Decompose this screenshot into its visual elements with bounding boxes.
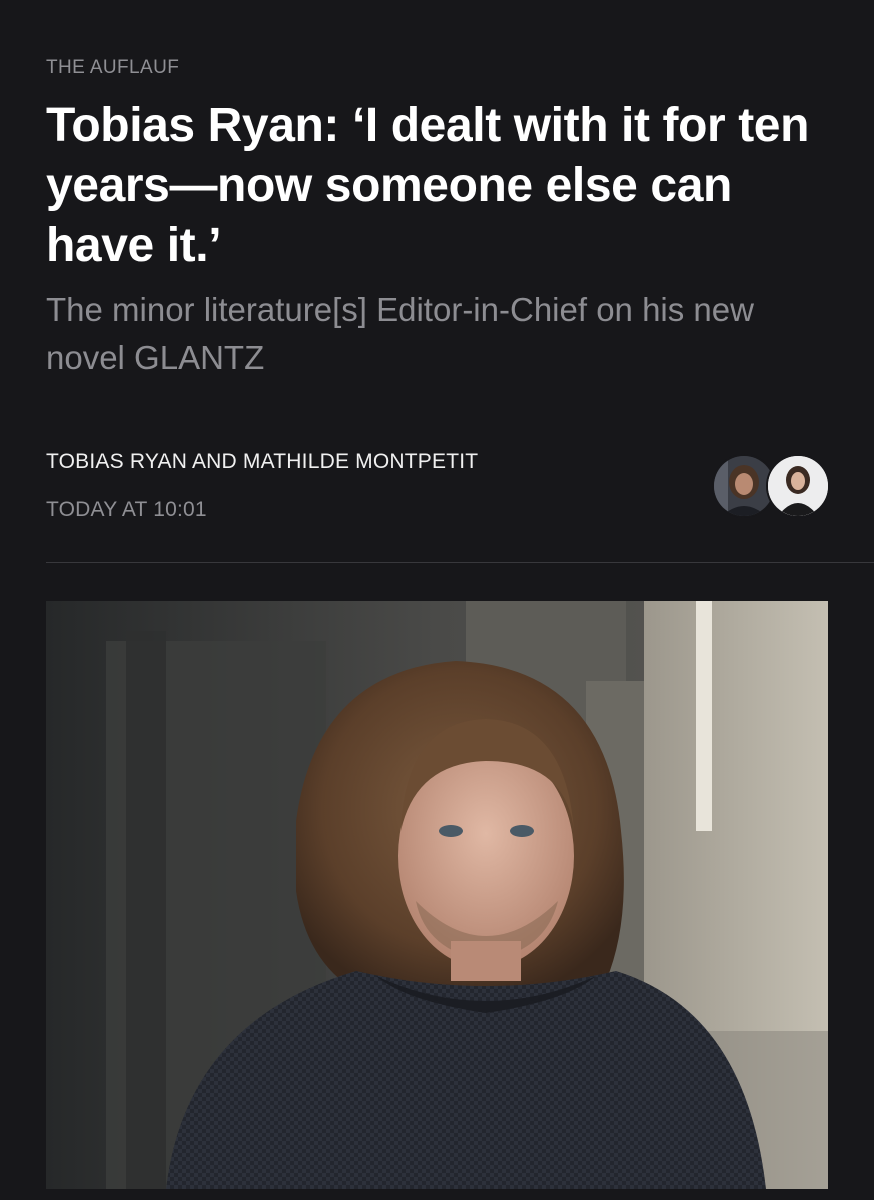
- avatar-photo-icon: [714, 456, 774, 516]
- byline: TOBIAS RYAN AND MATHILDE MONTPETIT TODAY…: [46, 450, 830, 530]
- article-subtitle: The minor literature[s] Editor-in-Chief …: [46, 291, 754, 376]
- article-headline[interactable]: Tobias Ryan: ‘I dealt with it for ten ye…: [46, 96, 836, 276]
- author-avatar-2[interactable]: [766, 454, 830, 518]
- section-divider: [46, 562, 874, 563]
- publication-kicker[interactable]: THE AUFLAUF: [46, 56, 836, 80]
- author-avatars[interactable]: [712, 454, 830, 518]
- portrait-photo: [46, 601, 828, 1189]
- article-header: THE AUFLAUF Tobias Ryan: ‘I dealt with i…: [46, 56, 836, 382]
- author-names[interactable]: TOBIAS RYAN AND MATHILDE MONTPETIT: [46, 450, 478, 474]
- publish-timestamp: TODAY AT 10:01: [46, 498, 207, 521]
- hero-image[interactable]: [46, 601, 828, 1189]
- avatar-photo-icon: [768, 456, 828, 516]
